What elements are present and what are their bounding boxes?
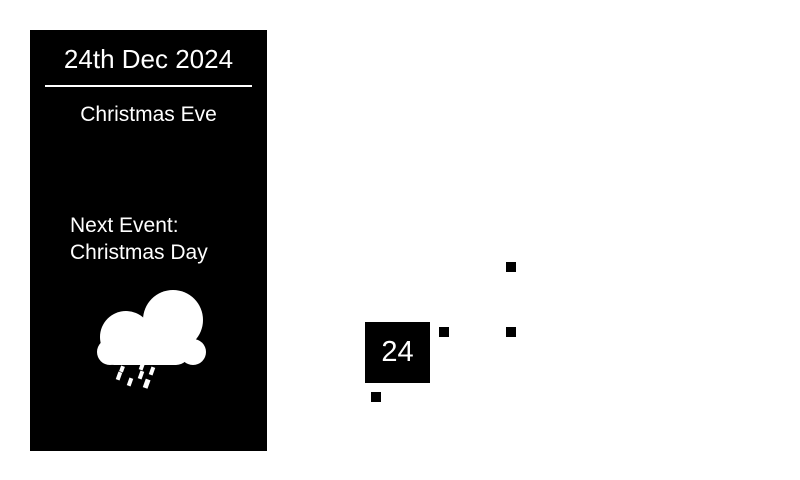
current-day-cell: 24 — [365, 322, 430, 383]
cloud-rain-icon — [97, 290, 206, 389]
event-marker — [371, 392, 381, 402]
date-divider — [45, 85, 252, 87]
calendar-grid: 24 — [300, 220, 760, 440]
event-marker — [439, 327, 449, 337]
info-panel: 24th Dec 2024 Christmas Eve Next Event: … — [30, 30, 267, 451]
event-marker — [506, 327, 516, 337]
current-date-title: 24th Dec 2024 — [63, 44, 234, 74]
next-event-heading: Next Event: — [70, 214, 179, 237]
next-event-block: Next Event: Christmas Day — [70, 212, 208, 266]
today-event-label: Christmas Eve — [80, 103, 217, 126]
next-event-name: Christmas Day — [70, 241, 208, 264]
event-marker — [506, 262, 516, 272]
